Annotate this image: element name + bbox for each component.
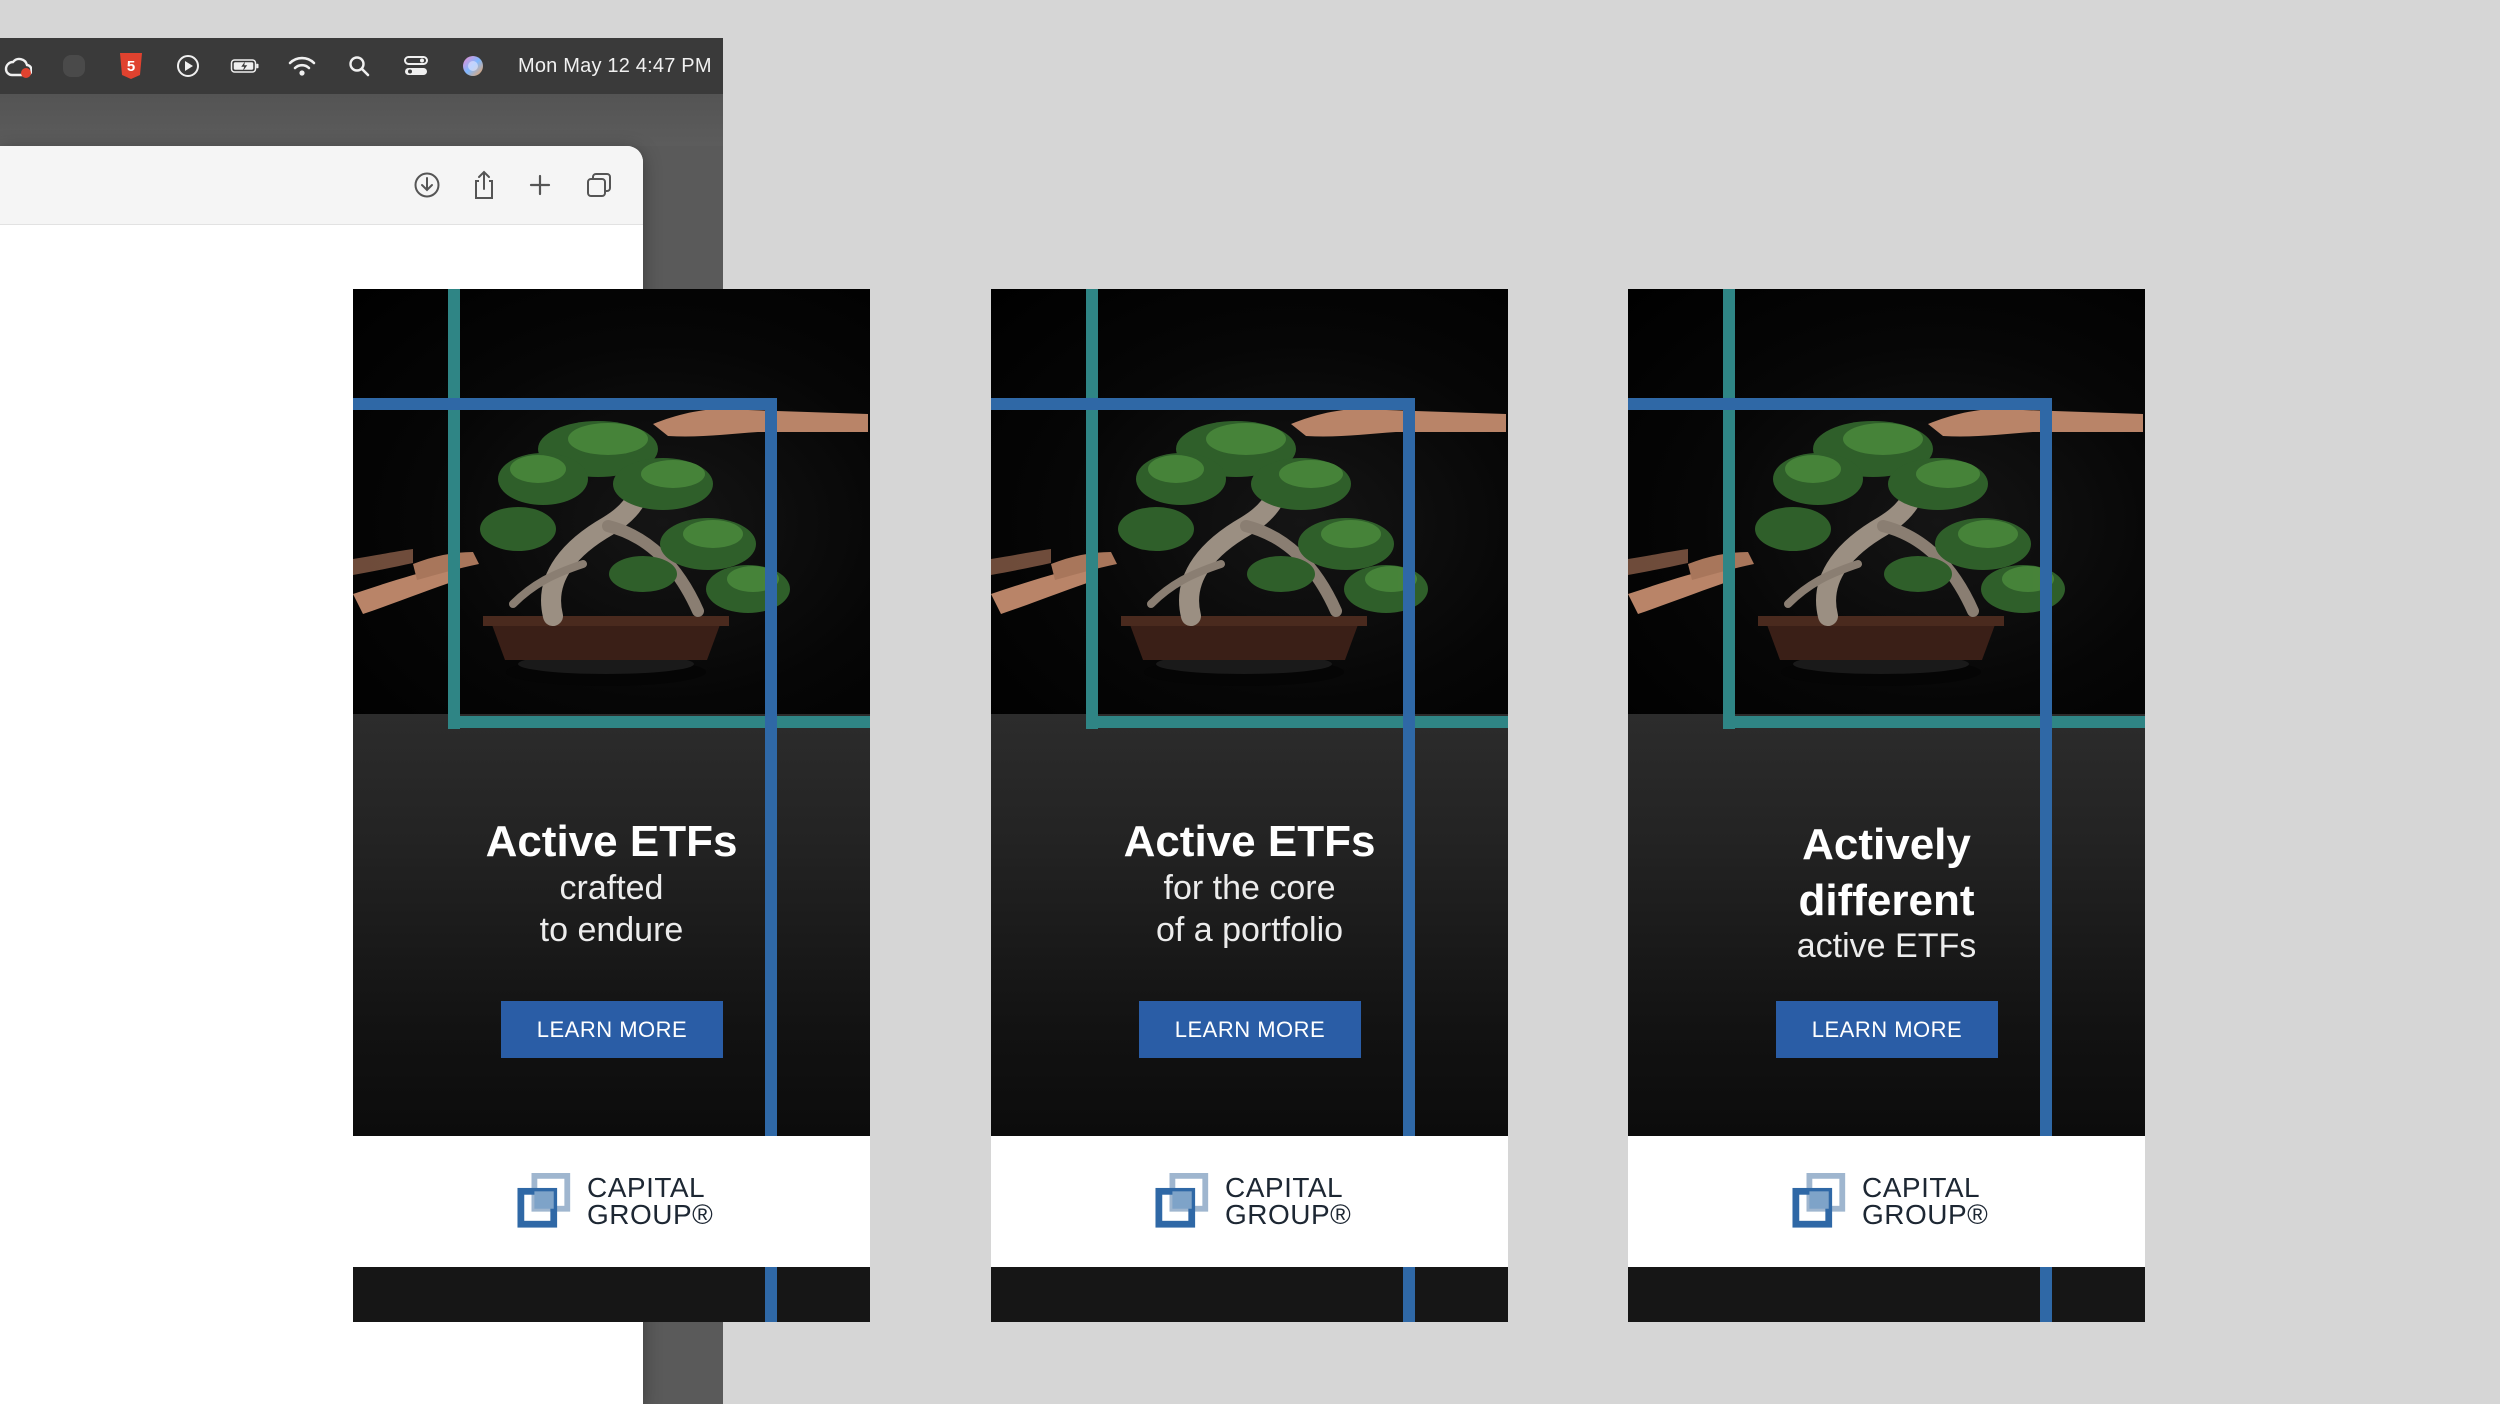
learn-more-button[interactable]: LEARN MORE: [1139, 1001, 1361, 1058]
ad-headline: Actively different: [1798, 820, 1975, 925]
brand-wordmark: CAPITAL GROUP®: [1225, 1172, 1352, 1230]
share-icon[interactable]: [467, 168, 501, 202]
blue-frame-line: [2040, 1267, 2052, 1322]
siri-icon[interactable]: [458, 51, 488, 81]
learn-more-button[interactable]: LEARN MORE: [501, 1001, 723, 1058]
capital-group-logo[interactable]: CAPITAL GROUP®: [1792, 1173, 1988, 1229]
teal-frame-line: [1086, 716, 1508, 728]
learn-more-button[interactable]: LEARN MORE: [1776, 1001, 1998, 1058]
teal-frame-line: [448, 716, 870, 728]
dark-app-icon[interactable]: [59, 51, 89, 81]
ad-banner-1[interactable]: Active ETFs crafted to endure LEARN MORE…: [353, 289, 870, 1322]
ad-bottom-strip: [353, 1267, 870, 1322]
ad-footer: CAPITAL GROUP®: [1628, 1136, 2145, 1267]
capital-group-mark-icon: [1155, 1173, 1213, 1229]
bonsai-image: [991, 394, 1508, 714]
play-icon[interactable]: [173, 51, 203, 81]
ad-bottom-strip: [991, 1267, 1508, 1322]
window-gap: [0, 94, 723, 146]
ad-subline: for the core of a portfolio: [1155, 869, 1344, 949]
tabs-overview-icon[interactable]: [582, 168, 616, 202]
ad-subline: crafted to endure: [539, 869, 684, 949]
capital-group-logo[interactable]: CAPITAL GROUP®: [517, 1173, 713, 1229]
bonsai-image: [1628, 394, 2145, 714]
capital-group-mark-icon: [1792, 1173, 1850, 1229]
menubar-clock[interactable]: Mon May 12 4:47 PM: [518, 55, 712, 78]
teal-frame-line: [1723, 289, 1735, 729]
svg-text:5: 5: [127, 58, 135, 75]
blue-frame-line: [991, 398, 1415, 410]
control-center-icon[interactable]: [401, 51, 431, 81]
ad-banner-2[interactable]: Active ETFs for the core of a portfolio …: [991, 289, 1508, 1322]
search-icon[interactable]: [344, 51, 374, 81]
html5-icon[interactable]: 5: [116, 51, 146, 81]
brand-wordmark: CAPITAL GROUP®: [587, 1172, 714, 1230]
brand-wordmark: CAPITAL GROUP®: [1862, 1172, 1989, 1230]
bonsai-image: [353, 394, 870, 714]
teal-frame-line: [1723, 716, 2145, 728]
ad-bottom-strip: [1628, 1267, 2145, 1322]
wifi-icon[interactable]: [287, 51, 317, 81]
battery-icon[interactable]: [230, 51, 260, 81]
ad-footer: CAPITAL GROUP®: [353, 1136, 870, 1267]
teal-frame-line: [448, 289, 460, 729]
blue-frame-line: [1628, 398, 2052, 410]
capital-group-logo[interactable]: CAPITAL GROUP®: [1155, 1173, 1351, 1229]
blue-frame-line: [353, 398, 777, 410]
blue-frame-line: [1403, 1267, 1415, 1322]
ad-headline: Active ETFs: [485, 817, 738, 866]
ad-subline: active ETFs: [1796, 927, 1977, 965]
new-tab-icon[interactable]: [523, 168, 557, 202]
browser-toolbar: [0, 146, 643, 225]
ad-banner-3[interactable]: Actively different active ETFs LEARN MOR…: [1628, 289, 2145, 1322]
teal-frame-line: [1086, 289, 1098, 729]
ad-footer: CAPITAL GROUP®: [991, 1136, 1508, 1267]
creative-cloud-icon[interactable]: [2, 51, 32, 81]
ad-headline: Active ETFs: [1123, 817, 1376, 866]
macos-menu-bar: 5 Mon May 12 4:47 PM: [0, 38, 723, 94]
blue-frame-line: [765, 1267, 777, 1322]
download-icon[interactable]: [410, 168, 444, 202]
capital-group-mark-icon: [517, 1173, 575, 1229]
